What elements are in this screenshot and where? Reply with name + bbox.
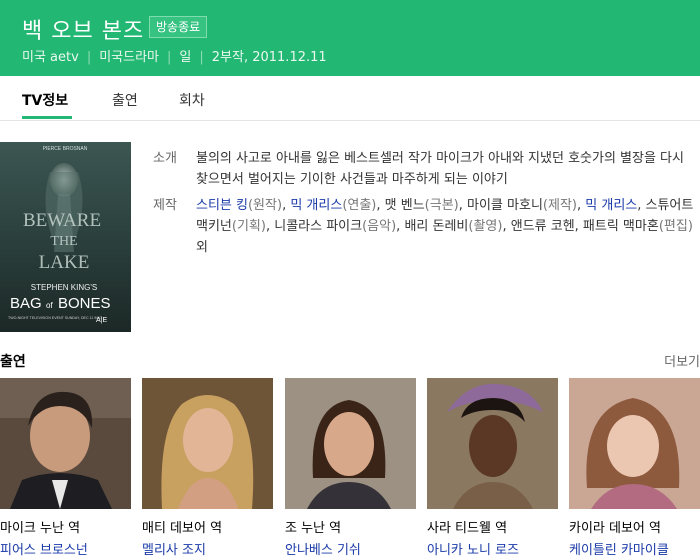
credit-separator: , [502,219,511,234]
cast-role: 마이크 누난 역 [0,521,81,536]
cast-actor-link[interactable]: 멜리사 조지 [142,539,206,558]
meta-genre: 미국드라마 [99,50,160,65]
credit-name: 배리 돈레비 [404,219,469,234]
cast-photo[interactable] [427,378,558,509]
cast-role: 사라 티드웰 역 [427,521,508,536]
credit-role: (음악) [362,219,397,234]
poster-brand-3: BONES [58,295,111,312]
meta-channel: 미국 aetv [22,50,79,65]
credit-role: (원작) [247,198,283,213]
cast-photo[interactable] [285,378,416,509]
cast-role: 카이라 데보어 역 [569,521,661,536]
poster-line1: BEWARE [23,210,101,231]
cast-card[interactable]: 매티 데보어 역 멜리사 조지 [142,378,273,558]
credit-role: (촬영) [468,219,503,234]
cast-photo[interactable] [569,378,700,509]
cast-card[interactable]: 마이크 누난 역 피어스 브로스넌 [0,378,131,558]
meta-episodes-date: 2부작, 2011.12.11 [211,50,327,65]
poster-brand-2: of [46,301,53,310]
credit-name[interactable]: 믹 개리스 [290,198,342,213]
credit-name[interactable]: 스티븐 킹 [196,198,248,213]
credit-name: 패트릭 맥마혼 [582,219,659,234]
production-list: 스티븐 킹(원작), 믹 개리스(연출), 맷 벤느(극본), 마이클 마호니(… [196,195,696,258]
meta-divider: | [199,50,204,65]
credit-name: 앤드류 코헨 [510,219,575,234]
meta-day: 일 [179,50,192,65]
cast-card[interactable]: 조 누난 역 안나베스 기쉬 [285,378,416,558]
cast-section-title: 출연 [0,354,26,370]
poster-brand-1: BAG [10,295,42,312]
intro-text: 불의의 사고로 아내를 잃은 베스트셀러 작가 마이크가 아내와 지냈던 호숫가… [196,151,684,187]
tab-cast[interactable]: 출연 [112,90,138,110]
poster-line2: THE [50,234,77,249]
cast-card[interactable]: 카이라 데보어 역 케이틀린 카마이클 [569,378,700,558]
poster-bottom-text: TWO-NIGHT TELEVISION EVENT SUNDAY, DEC 1… [8,316,102,320]
header-banner: 백 오브 본즈 방송종료 미국 aetv | 미국드라마 | 일 | 2부작, 2011.1… [0,0,700,76]
poster-line3: LAKE [39,252,90,273]
poster-image[interactable]: PIERCE BROSNAN BEWARE THE LAKE STEPHEN K… [0,142,131,332]
credit-name: 니콜라스 파이크 [274,219,363,234]
cast-actor-link[interactable]: 아니카 노니 로즈 [427,539,519,558]
cast-actor-link[interactable]: 케이틀린 카마이클 [569,539,669,558]
credit-separator: , [574,219,583,234]
credit-separator: , [265,219,275,234]
tab-bar: TV정보 출연 회차 [0,76,700,121]
meta-divider: | [167,50,172,65]
cast-role: 조 누난 역 [285,521,342,536]
more-link[interactable]: 더보기 [664,351,700,370]
credit-role: (연출) [342,198,377,213]
cast-actor-link[interactable]: 피어스 브로스넌 [0,539,88,558]
program-meta: 미국 aetv | 미국드라마 | 일 | 2부작, 2011.12.11 [22,46,327,65]
meta-divider: | [86,50,92,65]
active-tab-indicator [22,116,72,119]
production-label: 제작 [153,198,177,213]
status-badge: 방송종료 [149,16,208,38]
poster-author: STEPHEN KING'S [31,283,97,292]
credit-name: 외 [196,240,208,255]
credit-name: 마이클 마호니 [467,198,543,213]
cast-actor-link[interactable]: 안나베스 기쉬 [285,539,361,558]
credit-role: (극본) [424,198,459,213]
tab-tv-info[interactable]: TV정보 [22,90,68,110]
credit-separator: , [637,198,646,213]
credit-role: (기획) [231,219,266,234]
credit-separator: , [376,198,385,213]
intro-label: 소개 [153,151,177,166]
credit-separator: , [458,198,468,213]
credit-name: 맷 벤느 [384,198,425,213]
cast-photo[interactable] [142,378,273,509]
cast-role: 매티 데보어 역 [142,521,223,536]
program-title[interactable]: 백 오브 본즈 [22,13,144,45]
cast-card[interactable]: 사라 티드웰 역 아니카 노니 로즈 [427,378,558,558]
credit-role: (편집) [658,219,693,234]
tab-episodes[interactable]: 회차 [179,90,205,110]
network-logo: A|E [96,317,107,324]
poster-top-text: PIERCE BROSNAN [43,146,88,152]
credit-name[interactable]: 믹 개리스 [585,198,637,213]
cast-photo[interactable] [0,378,131,509]
credit-role: (제작) [542,198,577,213]
